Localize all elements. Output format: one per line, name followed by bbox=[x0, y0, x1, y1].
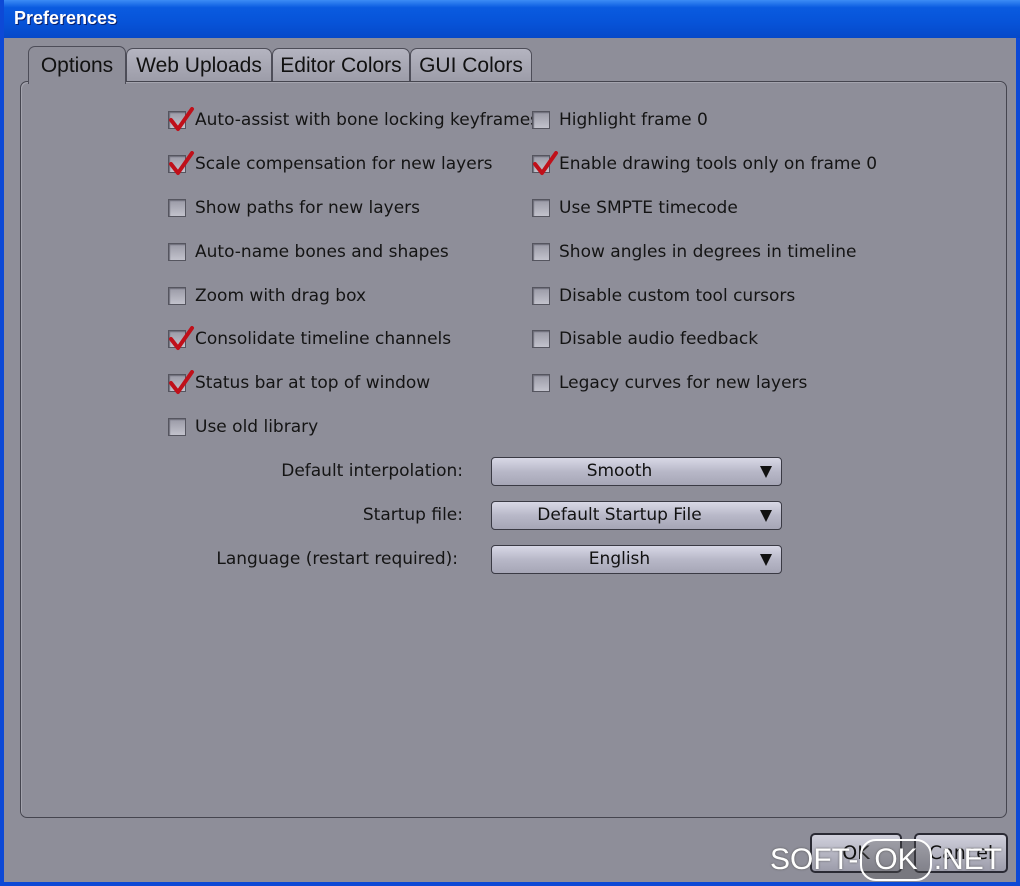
checkbox[interactable] bbox=[168, 370, 194, 394]
checkbox[interactable] bbox=[168, 151, 194, 175]
option-legacy-curves[interactable]: Legacy curves for new layers bbox=[532, 371, 807, 395]
checkbox[interactable] bbox=[532, 111, 550, 129]
checkbox[interactable] bbox=[168, 243, 186, 261]
watermark-mid: OK bbox=[860, 839, 932, 881]
interpolation-value: Smooth bbox=[586, 461, 653, 481]
option-label: Disable audio feedback bbox=[559, 329, 759, 349]
window-title: Preferences bbox=[14, 8, 118, 28]
startup-file-label: Startup file: bbox=[362, 505, 463, 525]
language-value: English bbox=[588, 549, 651, 569]
checkbox[interactable] bbox=[532, 374, 550, 392]
checkbox[interactable] bbox=[168, 107, 194, 131]
tab-web-uploads[interactable]: Web Uploads bbox=[126, 48, 272, 82]
option-label: Enable drawing tools only on frame 0 bbox=[559, 154, 878, 174]
option-status-bar-top[interactable]: Status bar at top of window bbox=[168, 370, 431, 395]
dropdown-arrow-icon bbox=[760, 554, 772, 566]
option-consolidate-timeline[interactable]: Consolidate timeline channels bbox=[168, 326, 452, 351]
option-disable-tool-cursors[interactable]: Disable custom tool cursors bbox=[532, 284, 795, 308]
language-label: Language (restart required): bbox=[216, 549, 458, 569]
checkbox[interactable] bbox=[532, 243, 550, 261]
language-dropdown[interactable]: English bbox=[491, 545, 782, 574]
checkbox[interactable] bbox=[168, 418, 186, 436]
startup-file-value: Default Startup File bbox=[537, 505, 702, 525]
checkbox[interactable] bbox=[532, 330, 550, 348]
option-drawing-tools-frame-0[interactable]: Enable drawing tools only on frame 0 bbox=[532, 151, 878, 176]
option-angles-in-degrees[interactable]: Show angles in degrees in timeline bbox=[532, 240, 856, 264]
option-show-paths[interactable]: Show paths for new layers bbox=[168, 196, 420, 220]
option-label: Auto-name bones and shapes bbox=[195, 242, 449, 262]
option-label: Scale compensation for new layers bbox=[195, 154, 493, 174]
option-label: Disable custom tool cursors bbox=[559, 286, 796, 306]
option-label: Auto-assist with bone locking keyframes bbox=[195, 110, 540, 130]
options-panel bbox=[20, 81, 1007, 818]
dropdown-arrow-icon bbox=[760, 510, 772, 522]
option-label: Highlight frame 0 bbox=[559, 110, 708, 130]
startup-file-dropdown[interactable]: Default Startup File bbox=[491, 501, 782, 530]
dropdown-arrow-icon bbox=[760, 466, 772, 478]
option-label: Use old library bbox=[195, 417, 319, 437]
watermark-right: .NET bbox=[933, 843, 1003, 876]
tab-options[interactable]: Options bbox=[28, 46, 126, 84]
option-highlight-frame-0[interactable]: Highlight frame 0 bbox=[532, 108, 708, 132]
option-disable-audio-feedback[interactable]: Disable audio feedback bbox=[532, 327, 758, 351]
interpolation-label: Default interpolation: bbox=[281, 461, 463, 481]
option-scale-compensation[interactable]: Scale compensation for new layers bbox=[168, 151, 493, 176]
preferences-window: Preferences Options Web Uploads Editor C… bbox=[0, 0, 1020, 886]
option-auto-assist-bone-locking[interactable]: Auto-assist with bone locking keyframes bbox=[168, 107, 540, 132]
interpolation-dropdown[interactable]: Smooth bbox=[491, 457, 782, 486]
watermark: SOFT- OK .NET bbox=[770, 836, 1002, 884]
option-label: Show angles in degrees in timeline bbox=[559, 242, 857, 262]
checkbox[interactable] bbox=[168, 326, 194, 350]
option-label: Zoom with drag box bbox=[195, 286, 367, 306]
checkbox[interactable] bbox=[532, 151, 558, 175]
checkbox[interactable] bbox=[532, 287, 550, 305]
checkbox[interactable] bbox=[168, 199, 186, 217]
checkbox[interactable] bbox=[532, 199, 550, 217]
option-zoom-drag-box[interactable]: Zoom with drag box bbox=[168, 284, 366, 308]
option-auto-name-bones[interactable]: Auto-name bones and shapes bbox=[168, 240, 449, 264]
tab-editor-colors[interactable]: Editor Colors bbox=[272, 48, 410, 82]
option-use-old-library[interactable]: Use old library bbox=[168, 415, 318, 439]
option-label: Consolidate timeline channels bbox=[195, 329, 452, 349]
tab-gui-colors[interactable]: GUI Colors bbox=[410, 48, 532, 82]
option-label: Use SMPTE timecode bbox=[559, 198, 738, 218]
option-label: Show paths for new layers bbox=[195, 198, 421, 218]
option-label: Legacy curves for new layers bbox=[559, 373, 808, 393]
title-bar[interactable]: Preferences bbox=[4, 0, 1020, 38]
option-smpte-timecode[interactable]: Use SMPTE timecode bbox=[532, 196, 738, 220]
option-label: Status bar at top of window bbox=[195, 373, 431, 393]
watermark-left: SOFT- bbox=[770, 843, 859, 876]
checkbox[interactable] bbox=[168, 287, 186, 305]
